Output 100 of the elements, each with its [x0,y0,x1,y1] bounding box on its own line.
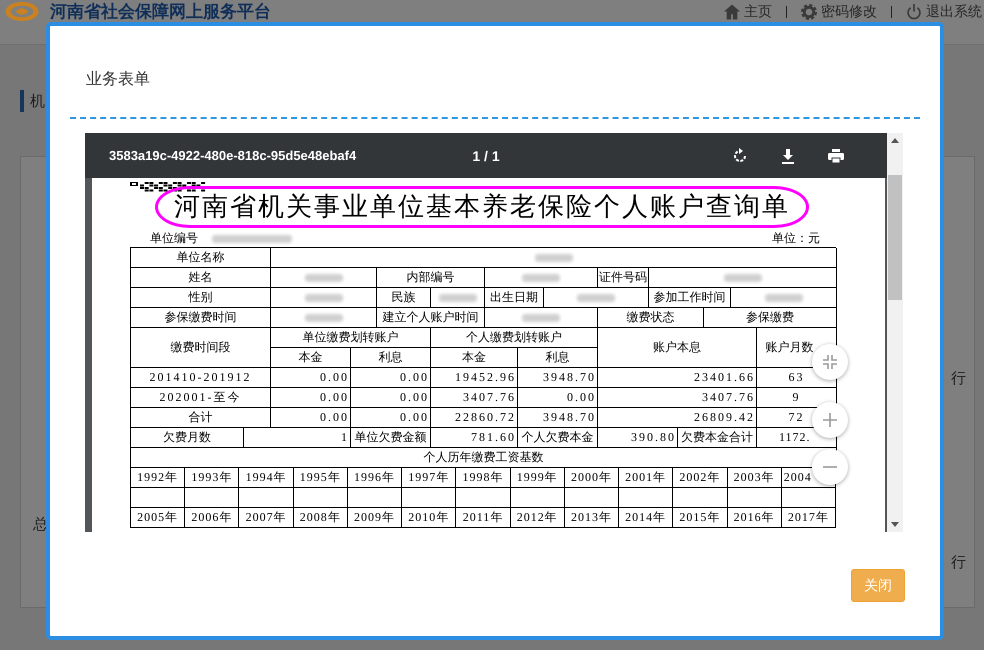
table-cell: 3948.70 [518,368,598,388]
print-icon [827,146,845,164]
redacted-value [522,314,560,322]
settings-icon [801,4,817,20]
table-cell: 781.60 [431,428,518,448]
scroll-down-icon[interactable] [891,522,899,527]
table-cell: 0.00 [271,368,351,388]
panel-text: 总 [33,516,48,533]
table-cell: 2001年 [619,468,674,488]
table-cell [782,488,836,508]
collapse-icon [822,354,838,370]
table-cell [456,488,511,508]
table-cell: 个人欠费本金 [518,428,598,448]
nav-link[interactable]: 密码修改 [801,3,877,20]
table-cell: 2008年 [294,508,348,528]
table-cell: 2009年 [348,508,402,528]
table-cell [619,488,674,508]
table-cell: 缴费状态 [598,308,704,328]
table-cell: 2005年 [131,508,186,528]
column-header: 本金 [431,348,518,368]
table-cell: 1996年 [348,468,402,488]
table-cell: 2000年 [564,468,620,488]
column-header: 缴费时间段 [131,328,271,368]
table-cell: 欠费月数 [131,428,244,448]
site-title: 河南省社会保障网上服务平台 [50,2,271,21]
panel-text: 行 [951,553,966,572]
table-cell: 0.00 [351,388,431,408]
column-header: 个人缴费划转账户 [431,328,598,348]
close-button[interactable]: 关闭 [851,569,905,602]
table-cell: 201410-201912 [131,368,271,388]
panel-text: 行 [951,369,966,388]
table-cell: 1994年 [239,468,294,488]
table-cell: 19452.96 [431,368,518,388]
redacted-value [764,294,802,302]
table-cell: 出生日期 [485,288,544,308]
table-cell: 0.00 [271,408,351,428]
table-cell: 2007年 [239,508,294,528]
table-cell: 0.00 [351,408,431,428]
table-cell [402,488,456,508]
table-cell: 性别 [131,288,271,308]
table-cell [185,488,240,508]
column-header: 单位缴费划转账户 [271,328,431,348]
table-cell: 单位欠费金额 [351,428,431,448]
table-cell [673,488,728,508]
table-cell: 内部编号 [377,268,485,288]
table-cell: 0.00 [271,388,351,408]
table-cell: 1993年 [185,468,240,488]
table-cell [564,488,620,508]
table-cell: 2017年 [782,508,836,528]
table-cell [294,488,348,508]
nav-link[interactable]: 退出系统 [906,3,982,20]
table-cell: 2015年 [673,508,728,528]
table-cell [728,488,782,508]
table-cell: 1 [244,428,351,448]
table-cell: 2014年 [619,508,674,528]
redacted-value [522,274,560,282]
table-cell: 2006年 [185,508,240,528]
table-cell: 2010年 [402,508,456,528]
minus-icon [823,466,837,468]
table-cell: 26809.42 [598,408,757,428]
redacted-value [304,314,342,322]
redacted-value [534,254,572,262]
table-cell: 1998年 [456,468,511,488]
table-cell: 1995年 [294,468,348,488]
table-cell: 23401.66 [598,368,757,388]
table-cell: 22860.72 [431,408,518,428]
table-cell: 0.00 [351,368,431,388]
dialog-title: 业务表单 [85,70,151,90]
file-name: 3583a19c-4922-480e-818c-95d5e48ebaf4 [108,148,358,163]
table-cell: 2011年 [456,508,511,528]
table-cell: 202001-至今 [131,388,271,408]
column-header: 利息 [518,348,598,368]
table-cell: 1992年 [131,468,186,488]
table-cell: 姓名 [131,268,271,288]
download-icon [779,146,797,164]
scroll-thumb[interactable] [888,175,902,300]
table-cell: 2003年 [728,468,782,488]
home-icon [724,4,740,20]
redacted-value [724,274,762,282]
table-cell [131,488,186,508]
table-cell: 参保缴费时间 [131,308,271,328]
table-cell: 1999年 [510,468,565,488]
table-cell: 民族 [377,288,431,308]
table-cell [510,488,565,508]
page-indicator: 1 / 1 [472,148,500,164]
table-cell [348,488,402,508]
document-title: 河南省机关事业单位基本养老保险个人账户查询单 [174,193,790,221]
table-cell: 欠费本金合计 [678,428,757,448]
nav-link[interactable]: 主页 [724,3,772,20]
power-icon [906,4,922,20]
table-cell: 3948.70 [518,408,598,428]
table-cell: 单位名称 [131,248,271,268]
table-cell: 390.80 [598,428,678,448]
column-header: 利息 [351,348,431,368]
table-cell: 2012年 [510,508,565,528]
scroll-up-icon[interactable] [891,138,899,143]
section-title: 机 [30,92,45,110]
plus-icon [822,412,838,428]
table-cell [239,488,294,508]
table-cell: 证件号码 [598,268,649,288]
